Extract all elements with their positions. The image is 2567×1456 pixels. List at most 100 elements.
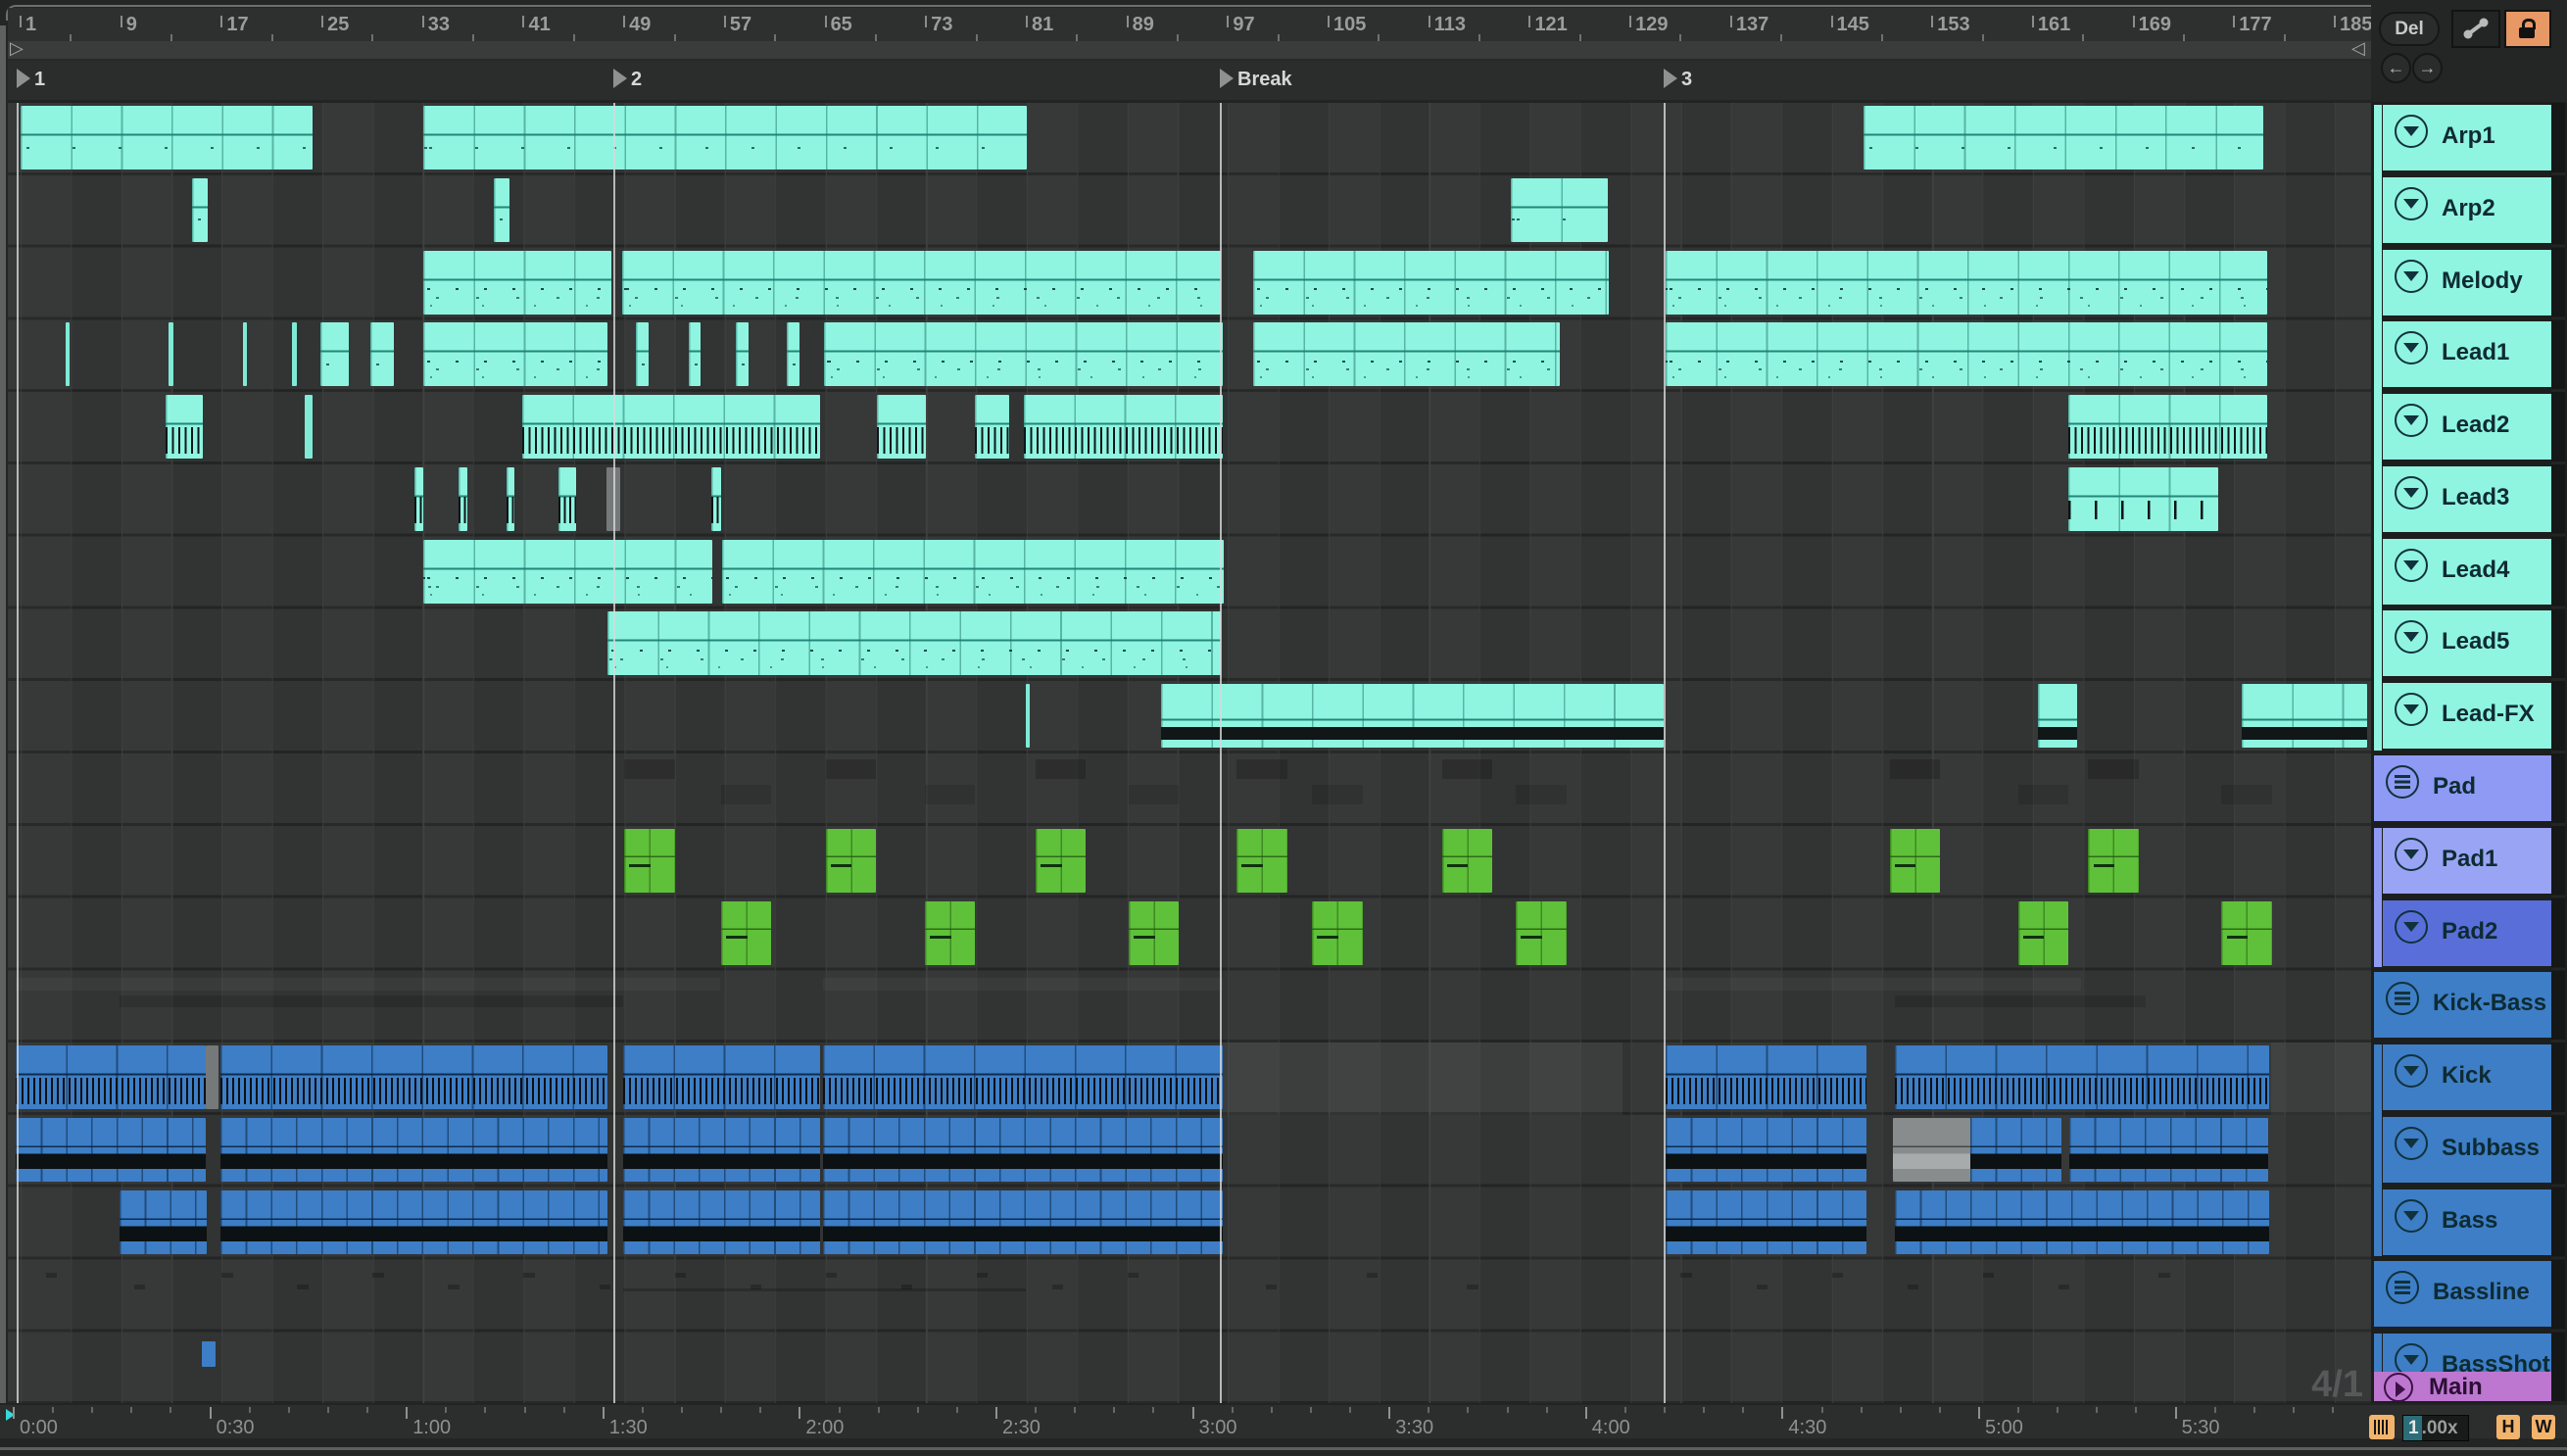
clip[interactable] [622, 1189, 821, 1254]
collapse-arrow-icon[interactable] [2395, 620, 2428, 655]
clip[interactable] [1516, 900, 1567, 965]
clip[interactable] [205, 1045, 218, 1110]
clip[interactable] [1128, 900, 1180, 965]
clip[interactable] [1035, 828, 1087, 893]
clip[interactable] [1893, 1117, 1970, 1182]
track-header-lead-fx[interactable]: Lead-FX [2383, 683, 2551, 750]
track-lane-arp2[interactable] [8, 175, 2371, 248]
automation-mode-button[interactable] [2451, 10, 2500, 48]
track-lane-kick[interactable] [8, 1043, 2379, 1115]
track-lane-lead2[interactable] [8, 392, 2371, 464]
audition-button[interactable] [2369, 1415, 2395, 1439]
clip[interactable] [220, 1117, 608, 1182]
track-header-subbass[interactable]: Subbass [2383, 1116, 2551, 1183]
clip[interactable] [413, 466, 423, 531]
zoom-speed-digit[interactable]: 1 [2403, 1416, 2422, 1440]
clip[interactable] [2038, 684, 2077, 749]
track-lane-bass[interactable] [8, 1188, 2371, 1260]
clip[interactable] [622, 1045, 821, 1110]
clip[interactable] [21, 106, 313, 170]
group-fold-icon[interactable] [2386, 982, 2419, 1016]
track-lanes[interactable] [8, 103, 2379, 1404]
track-header-main[interactable]: Main [2374, 1372, 2551, 1402]
clip[interactable] [1511, 177, 1609, 242]
scrub-right-chevron-icon[interactable]: ◁ [2351, 38, 2365, 59]
clip[interactable] [1969, 1117, 2062, 1182]
clip[interactable] [506, 466, 515, 531]
track-header-lead4[interactable]: Lead4 [2383, 538, 2551, 605]
clip[interactable] [1666, 1117, 1867, 1182]
locator-flag-icon[interactable] [613, 69, 627, 88]
clip[interactable] [624, 828, 675, 893]
clip[interactable] [15, 1117, 206, 1182]
lock-envelopes-button[interactable] [2504, 10, 2551, 48]
track-lane-bassline[interactable] [8, 1259, 2371, 1332]
clip[interactable] [305, 395, 313, 460]
track-header-lead2[interactable]: Lead2 [2383, 394, 2551, 461]
locator-label[interactable]: 1 [34, 69, 45, 91]
locator-label[interactable]: Break [1237, 69, 1292, 91]
track-lane-lead5[interactable] [8, 608, 2371, 681]
clip[interactable] [823, 1117, 1224, 1182]
clip[interactable] [1666, 1189, 1867, 1254]
clip[interactable] [688, 322, 702, 387]
clip[interactable] [823, 1189, 1224, 1254]
track-lane-kick-bass[interactable] [8, 970, 2371, 1043]
track-lane-lead-fx[interactable] [8, 681, 2371, 753]
clip[interactable] [422, 250, 612, 315]
locator-flag-icon[interactable] [1664, 69, 1677, 88]
collapse-arrow-icon[interactable] [2395, 331, 2428, 365]
track-header-bassline[interactable]: Bassline [2374, 1261, 2551, 1328]
clip[interactable] [292, 322, 297, 387]
clip[interactable] [201, 1341, 216, 1368]
group-fold-icon[interactable] [2386, 765, 2419, 800]
clip[interactable] [786, 322, 799, 387]
clip[interactable] [975, 395, 1009, 460]
track-header-kick[interactable]: Kick [2383, 1044, 2551, 1111]
clip[interactable] [1161, 684, 1664, 749]
clip[interactable] [2017, 900, 2068, 965]
track-lane-pad[interactable] [8, 753, 2371, 826]
clip[interactable] [422, 322, 608, 387]
forward-arrow-button[interactable]: → [2412, 53, 2443, 83]
clip[interactable] [66, 322, 71, 387]
back-arrow-button[interactable]: ← [2381, 53, 2411, 83]
clip[interactable] [220, 1189, 608, 1254]
clip[interactable] [1889, 828, 1940, 893]
track-lane-melody[interactable] [8, 248, 2371, 320]
clip[interactable] [710, 466, 722, 531]
track-header-pad[interactable]: Pad [2374, 755, 2551, 822]
track-header-lead3[interactable]: Lead3 [2383, 465, 2551, 532]
clip[interactable] [422, 539, 713, 604]
clip[interactable] [2067, 395, 2267, 460]
collapse-arrow-icon[interactable] [2395, 548, 2428, 582]
collapse-arrow-icon[interactable] [2395, 693, 2428, 727]
clip[interactable] [191, 177, 209, 242]
clip[interactable] [319, 322, 350, 387]
clip[interactable] [2067, 466, 2218, 531]
clip[interactable] [924, 900, 976, 965]
collapse-arrow-icon[interactable] [2395, 404, 2428, 438]
clip[interactable] [369, 322, 395, 387]
clip[interactable] [15, 1045, 206, 1110]
track-lane-bassshot1[interactable] [8, 1332, 2371, 1404]
clip[interactable] [243, 322, 248, 387]
clip[interactable] [1025, 684, 1030, 749]
track-lane-lead4[interactable] [8, 537, 2371, 609]
clip[interactable] [721, 900, 772, 965]
clip[interactable] [877, 395, 927, 460]
locator-label[interactable]: 2 [631, 69, 642, 91]
collapse-arrow-icon[interactable] [2395, 1054, 2428, 1089]
clip[interactable] [621, 250, 1221, 315]
track-header-lead1[interactable]: Lead1 [2383, 321, 2551, 388]
time-ruler[interactable]: 0:00 0:30 1:00 1:30 2:00 2:30 3:00 3:30 4:00 4:30… [0, 1403, 2567, 1440]
clip[interactable] [120, 1189, 207, 1254]
track-header-melody[interactable]: Melody [2383, 249, 2551, 315]
clip[interactable] [1253, 322, 1561, 387]
clip[interactable] [220, 1045, 608, 1110]
clip[interactable] [522, 395, 821, 460]
collapse-arrow-icon[interactable] [2395, 259, 2428, 293]
clip[interactable] [607, 611, 1221, 676]
track-lane-lead3[interactable] [8, 464, 2371, 537]
clip[interactable] [825, 828, 876, 893]
